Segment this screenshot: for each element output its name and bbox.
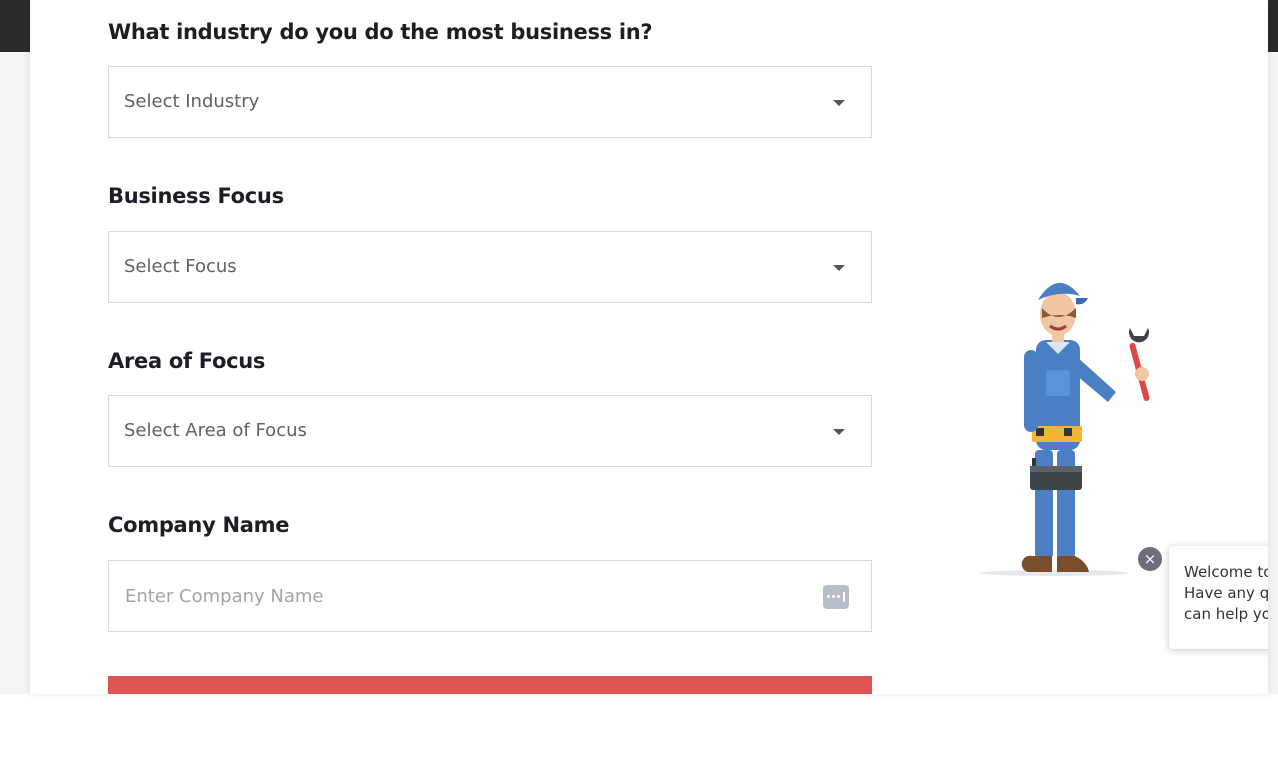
password-manager-icon[interactable] [823, 585, 849, 609]
industry-select-placeholder: Select Industry [124, 91, 260, 112]
company-name-field [108, 560, 872, 632]
header-bar-left [0, 0, 32, 52]
business-focus-select[interactable]: Select Focus [108, 231, 872, 303]
signup-form-card: What industry do you do the most busines… [30, 0, 1268, 694]
industry-label: What industry do you do the most busines… [108, 20, 653, 44]
close-icon[interactable]: × [1138, 547, 1162, 571]
chevron-down-icon [833, 265, 845, 271]
company-name-input[interactable] [109, 561, 809, 631]
area-of-focus-select-placeholder: Select Area of Focus [124, 420, 307, 441]
business-focus-select-placeholder: Select Focus [124, 256, 237, 277]
chevron-down-icon [833, 429, 845, 435]
submit-button[interactable] [108, 676, 872, 694]
chat-line: Have any qu [1184, 584, 1268, 602]
chevron-down-icon [833, 100, 845, 106]
page-background-left [0, 52, 32, 694]
industry-select[interactable]: Select Industry [108, 66, 872, 138]
mechanic-illustration [980, 282, 1150, 576]
chat-line: can help yo [1184, 605, 1268, 623]
area-of-focus-label: Area of Focus [108, 349, 266, 373]
company-name-label: Company Name [108, 513, 290, 537]
chat-welcome-bubble[interactable]: Welcome to Have any qu can help yo [1169, 546, 1268, 649]
area-of-focus-select[interactable]: Select Area of Focus [108, 395, 872, 467]
business-focus-label: Business Focus [108, 184, 284, 208]
chat-line: Welcome to [1184, 563, 1268, 581]
